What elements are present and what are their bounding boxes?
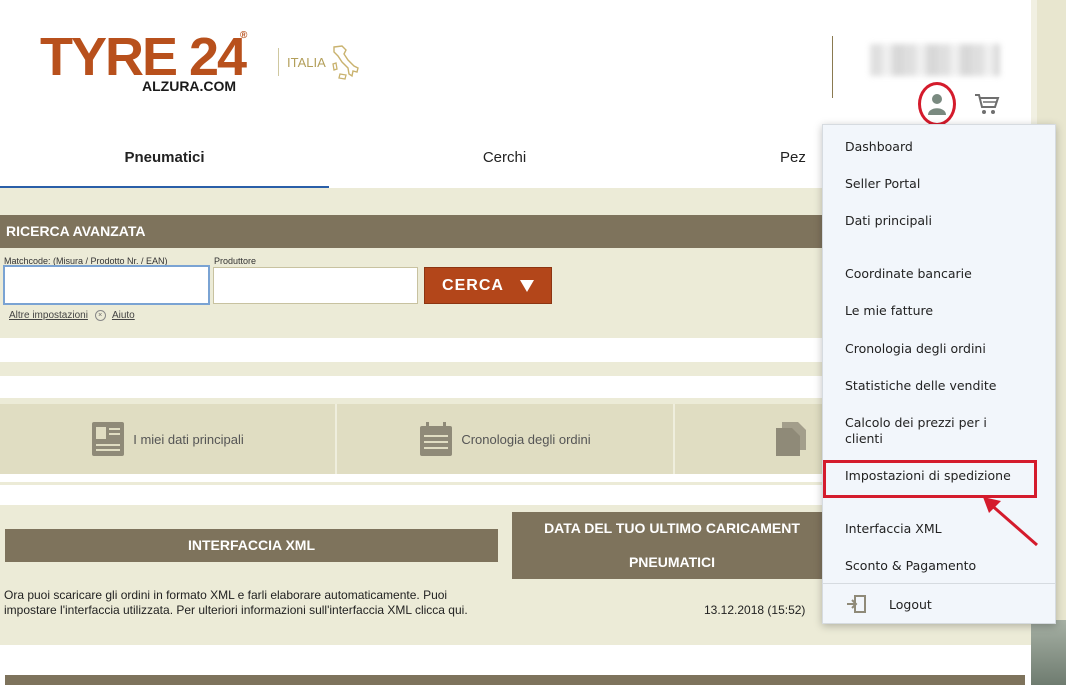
- last-upload-date: 13.12.2018 (15:52): [704, 603, 806, 617]
- tile-main-data[interactable]: I miei dati principali: [0, 404, 335, 474]
- producer-label: Produttore: [214, 256, 257, 266]
- menu-item-sconto-pagamento[interactable]: Sconto & Pagamento: [845, 558, 1035, 574]
- logout-button[interactable]: Logout: [845, 595, 932, 613]
- menu-item-dashboard[interactable]: Dashboard: [845, 139, 1035, 155]
- menu-item-dati-principali[interactable]: Dati principali: [845, 213, 1035, 229]
- bottom-section-header: [5, 675, 1025, 685]
- last-upload-subtitle: PNEUMATICI: [628, 554, 716, 570]
- menu-item-calcolo-prezzi[interactable]: Calcolo dei prezzi per i clienti: [845, 415, 1020, 447]
- producer-input[interactable]: [213, 267, 418, 304]
- logo-registered: ®: [240, 30, 248, 41]
- menu-separator: [823, 583, 1055, 584]
- last-upload-title: DATA DEL TUO ULTIMO CARICAMENT: [544, 520, 800, 536]
- triangle-down-icon: [519, 279, 534, 292]
- calendar-icon: [420, 422, 453, 456]
- user-account-button[interactable]: [918, 82, 956, 126]
- search-title: RICERCA AVANZATA: [0, 215, 830, 248]
- menu-item-seller-portal[interactable]: Seller Portal: [845, 176, 1035, 192]
- country-separator: [278, 48, 279, 76]
- search-button-label: CERCA: [442, 276, 504, 294]
- tab-cerchi[interactable]: Cerchi: [340, 132, 669, 186]
- menu-item-statistiche-vendite[interactable]: Statistiche delle vendite: [845, 378, 1035, 394]
- id-card-icon: [92, 422, 125, 456]
- background-photo: [1031, 620, 1066, 685]
- search-links: Altre impostazioni × Aiuto: [9, 310, 135, 321]
- shopping-cart-icon[interactable]: [974, 92, 1000, 116]
- help-link[interactable]: Aiuto: [112, 310, 135, 321]
- tile-order-history-label: Cronologia degli ordini: [461, 431, 591, 447]
- search-button[interactable]: CERCA: [424, 267, 552, 304]
- logout-label: Logout: [889, 596, 932, 612]
- xml-title: INTERFACCIA XML: [5, 529, 498, 562]
- menu-item-coordinate-bancarie[interactable]: Coordinate bancarie: [845, 266, 1035, 282]
- last-upload-header: DATA DEL TUO ULTIMO CARICAMENT PNEUMATIC…: [512, 512, 832, 579]
- documents-icon: [776, 422, 806, 456]
- header-separator: [832, 36, 833, 98]
- tile-order-history[interactable]: Cronologia degli ordini: [337, 404, 673, 474]
- menu-item-cronologia-ordini[interactable]: Cronologia degli ordini: [845, 341, 1035, 357]
- tile-main-data-label: I miei dati principali: [133, 431, 244, 447]
- logo-text: TYRE 24: [40, 27, 247, 87]
- more-settings-link[interactable]: Altre impostazioni: [9, 310, 88, 321]
- user-name-blurred: [870, 44, 1000, 76]
- logout-icon: [847, 595, 866, 613]
- close-circle-icon[interactable]: ×: [94, 310, 106, 321]
- country-label[interactable]: ITALIA: [287, 55, 326, 70]
- site-logo[interactable]: TYRE 24 ® ALZURA.COM: [40, 27, 248, 94]
- annotation-arrow-icon: [983, 497, 1038, 547]
- tab-pneumatici[interactable]: Pneumatici: [0, 132, 329, 189]
- italy-map-icon: [332, 45, 359, 80]
- logo-subtext: ALZURA.COM: [142, 78, 237, 94]
- user-icon: [928, 94, 946, 115]
- menu-item-fatture[interactable]: Le mie fatture: [845, 303, 1035, 319]
- matchcode-input[interactable]: [3, 265, 210, 305]
- xml-description: Ora puoi scaricare gli ordini in formato…: [4, 588, 468, 617]
